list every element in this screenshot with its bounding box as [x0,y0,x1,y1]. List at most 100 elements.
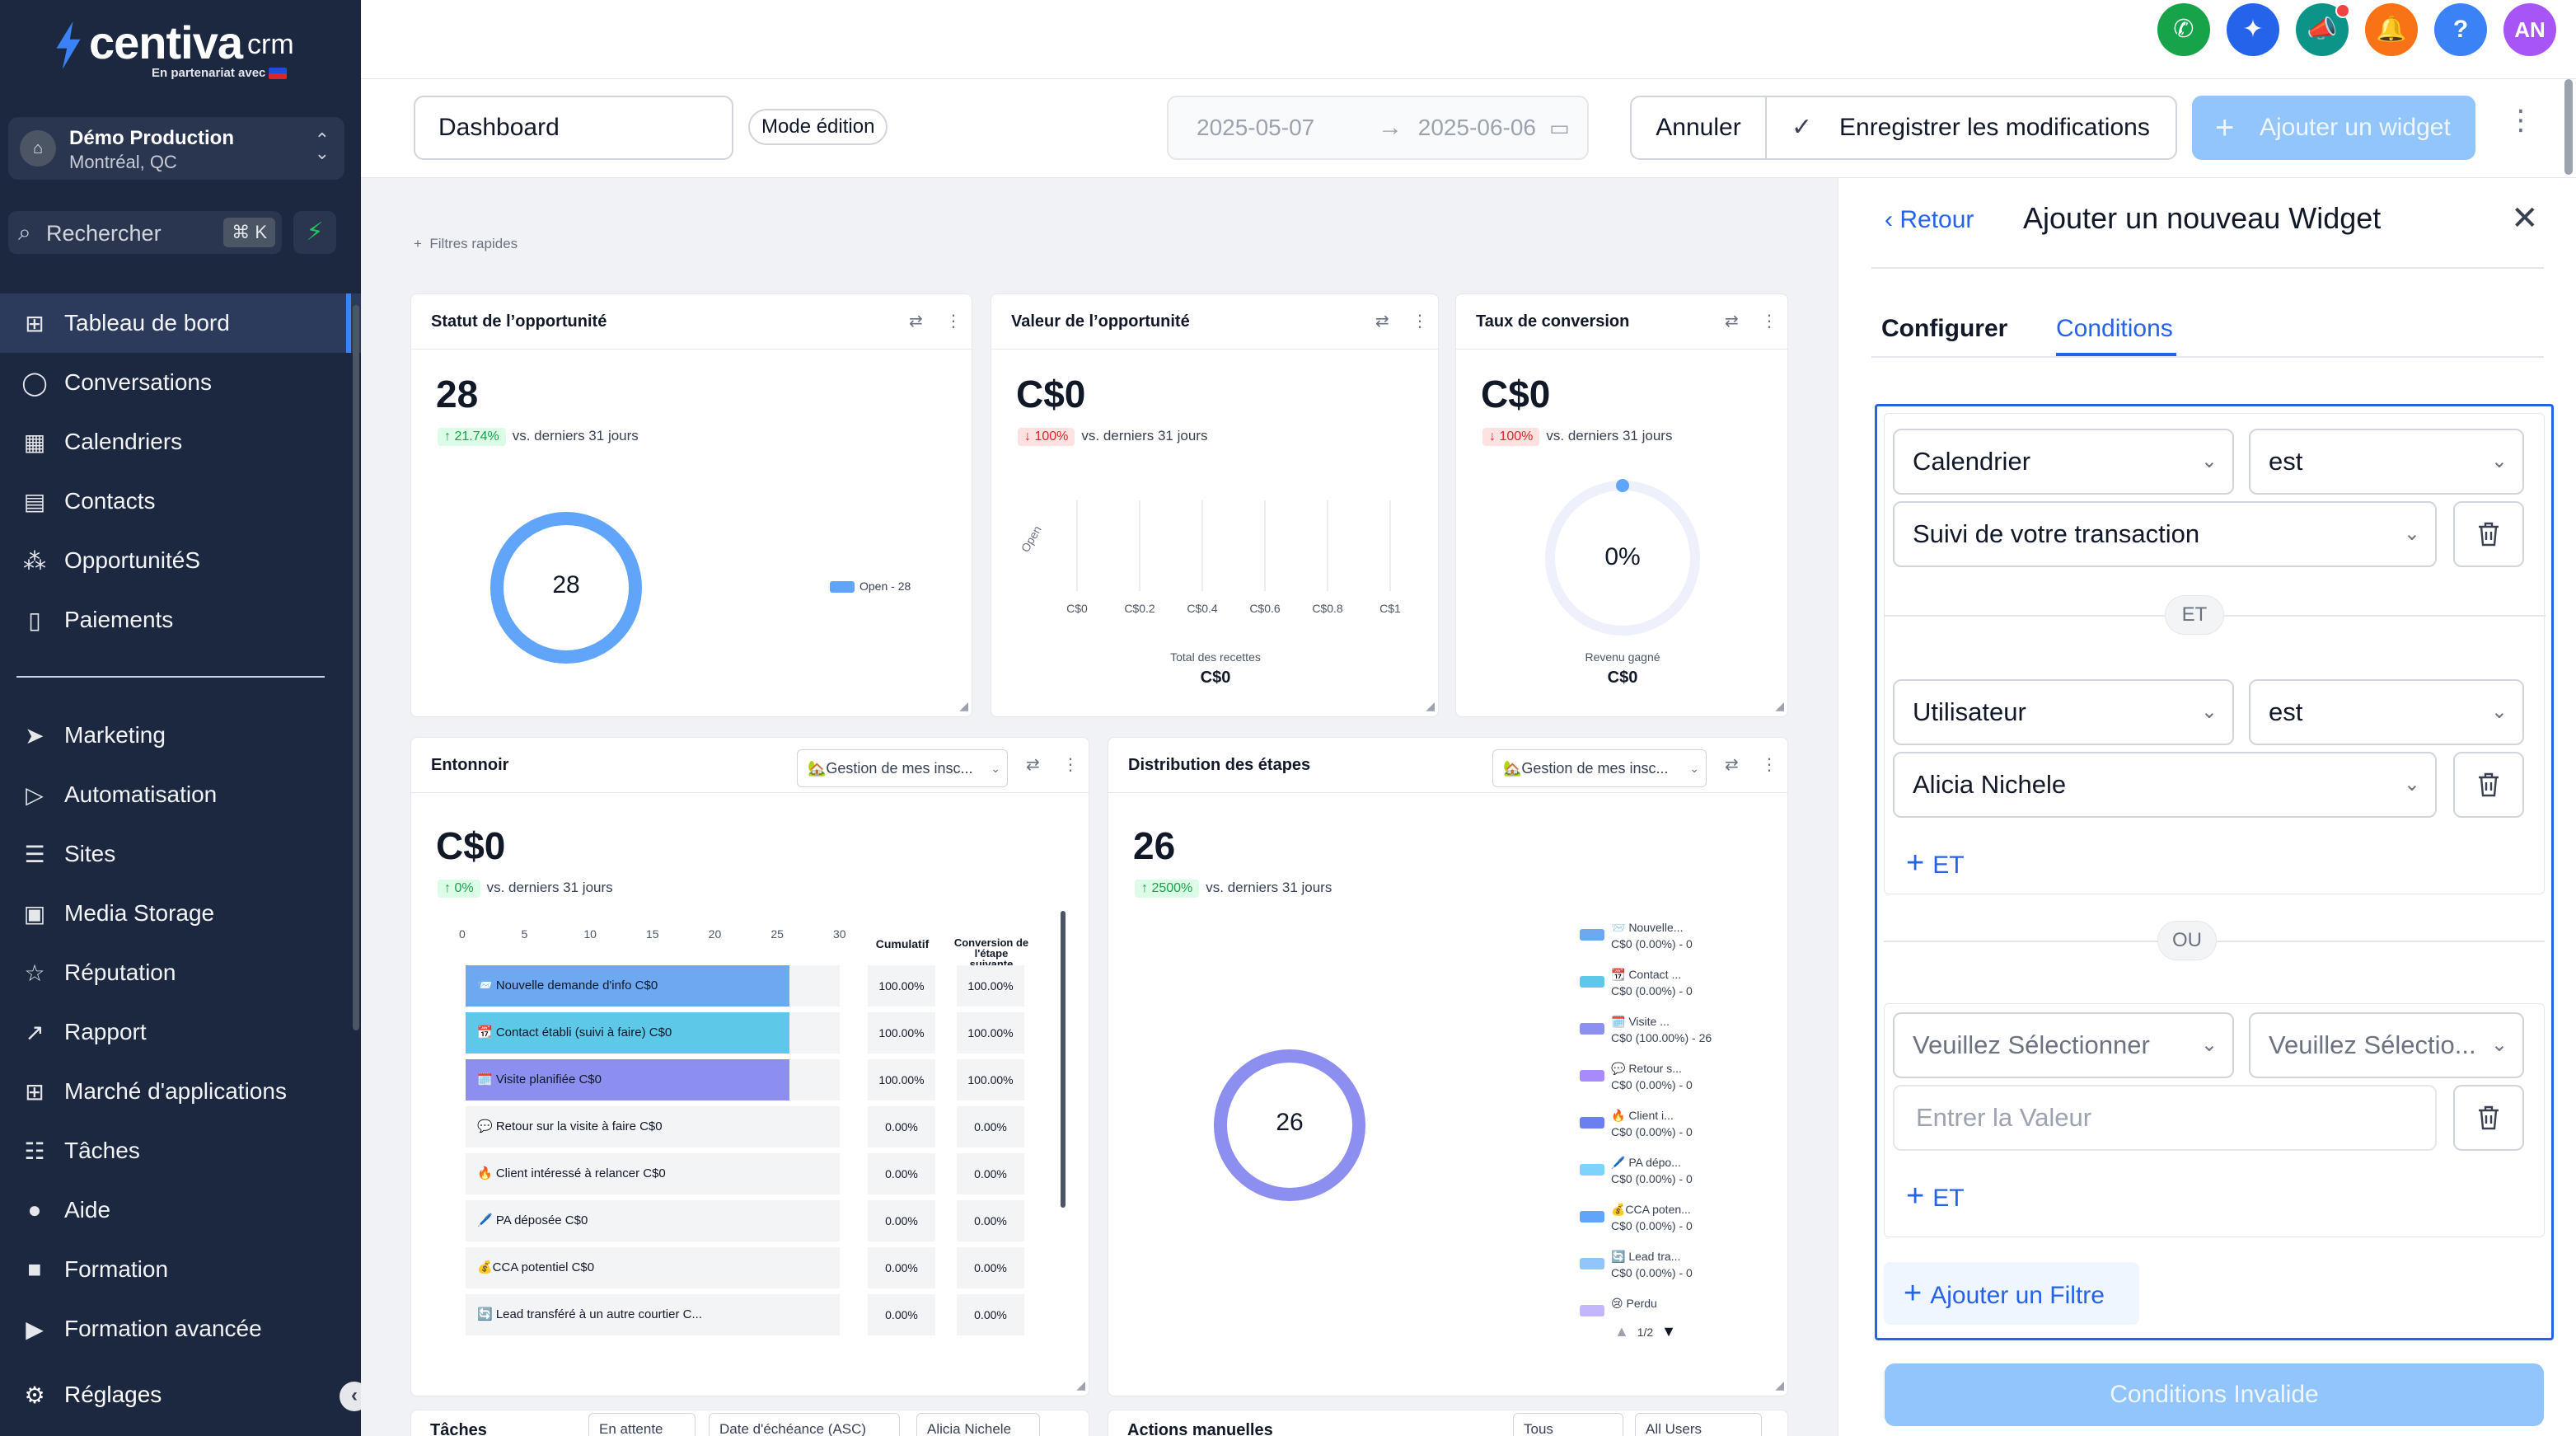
funnel-row[interactable]: 📆 Contact établi (suivi à faire) C$0 100.… [466,1012,1034,1054]
resize-handle[interactable]: ◢ [1426,699,1435,713]
funnel-row[interactable]: 🗓️ Visite planifiée C$0 100.00% 100.00% [466,1059,1034,1100]
funnel-row[interactable]: 🔥 Client intéressé à relancer C$0 0.00% 0.… [466,1153,1034,1194]
field-select[interactable]: Veuillez Sélectionner ⌄ [1893,1012,2234,1078]
quick-action-button[interactable]: ⚡ [293,211,336,254]
stage-distribution-card[interactable]: Distribution des étapes 🏡Gestion de mes … [1108,737,1788,1396]
kebab-icon[interactable]: ⋮ [1412,311,1428,331]
opportunity-status-card[interactable]: Statut de l’opportunité ⇄ ⋮ 28 ↑ 21.74% v… [410,293,972,717]
notifications-button[interactable]: 🔔 [2365,3,2418,56]
sidebar-item-calendar[interactable]: ▦ Calendriers [0,412,361,472]
cancel-button[interactable]: Annuler [1630,96,1767,160]
sidebar-item-label: Réglages [64,1382,162,1407]
tab-conditions[interactable]: Conditions [2056,315,2173,343]
operator-select[interactable]: est ⌄ [2249,429,2524,495]
sidebar-item-payments[interactable]: ▯ Paiements [0,590,361,650]
sidebar-item-label: Formation [64,1256,169,1282]
submit-conditions-button[interactable]: Conditions Invalide [1885,1363,2544,1426]
funnel-row[interactable]: 💰CCA potentiel C$0 0.00% 0.00% [466,1247,1034,1288]
delete-condition-button[interactable] [2453,1085,2524,1151]
delete-condition-button[interactable] [2453,501,2524,567]
operator-select[interactable]: est ⌄ [2249,679,2524,745]
funnel-row[interactable]: 🔄 Lead transféré à un autre courtier C..… [466,1294,1034,1335]
sidebar-item-settings[interactable]: ⚙ Réglages [18,1365,162,1424]
operator-select[interactable]: Veuillez Sélectio... ⌄ [2249,1012,2524,1078]
sidebar-item-youtube[interactable]: ▶ Formation avancée [0,1299,361,1359]
ai-assistant-button[interactable]: ✦ [2227,3,2279,56]
field-select[interactable]: Utilisateur ⌄ [1893,679,2234,745]
more-options-icon[interactable]: ⋮ [2507,106,2535,134]
date-range-picker[interactable]: 2025-05-07 → 2025-06-06 ▭ [1167,96,1589,160]
brand-logo[interactable]: centiva crm [53,18,294,71]
save-changes-button[interactable]: ✓ Enregistrer les modifications [1765,96,2177,160]
sidebar-item-star[interactable]: ☆ Réputation [0,943,361,1002]
sidebar-item-automation[interactable]: ▷ Automatisation [0,765,361,824]
metric-trend: ↑ 21.74% vs. derniers 31 jours [438,428,639,446]
tab-configure[interactable]: Configurer [1881,315,2007,343]
legend-stage-name: 🖊️ PA dépo... [1611,1156,1681,1169]
sidebar-item-chart[interactable]: ↗ Rapport [0,1002,361,1062]
sidebar-item-apps[interactable]: ⊞ Marché d'applications [0,1062,361,1121]
filter-icon[interactable]: ⇄ [1725,311,1739,331]
manual-users-select[interactable]: All Users [1635,1413,1762,1436]
quick-filters-button[interactable]: + Filtres rapides [414,236,518,252]
sidebar-item-help[interactable]: ● Aide [0,1180,361,1240]
sidebar-item-chat[interactable]: ◯ Conversations [0,353,361,412]
value-select[interactable]: Suivi de votre transaction ⌄ [1893,501,2437,567]
sidebar-item-grid[interactable]: ⊞ Tableau de bord [0,293,361,353]
funnel-card[interactable]: Entonnoir 🏡Gestion de mes insc... ⌄ ⇄ ⋮ C… [410,737,1089,1396]
resize-handle[interactable]: ◢ [1775,699,1784,713]
sidebar-item-video[interactable]: ■ Formation [0,1240,361,1299]
condition-value-input[interactable]: Entrer la Valeur [1893,1085,2437,1151]
funnel-row[interactable]: 🖊️ PA déposée C$0 0.00% 0.00% [466,1200,1034,1241]
sidebar-item-tasks[interactable]: ☷ Tâches [0,1121,361,1180]
resize-handle[interactable]: ◢ [1775,1378,1784,1392]
nav-secondary: ➤ Marketing ▷ Automatisation ☰ Sites ▣ Media St… [0,706,361,1359]
sidebar-item-send[interactable]: ➤ Marketing [0,706,361,765]
task-sort-select[interactable]: Date d'échéance (ASC) [709,1413,900,1436]
page-scrollbar[interactable] [2564,79,2573,175]
account-switcher[interactable]: ⌂ Démo Production Montréal, QC ⌃ ⌄ [8,117,344,180]
phone-button[interactable]: ✆ [2157,3,2210,56]
filter-icon[interactable]: ⇄ [1725,754,1739,775]
sidebar-item-image[interactable]: ▣ Media Storage [0,884,361,943]
resize-handle[interactable]: ◢ [1076,1378,1085,1392]
user-avatar[interactable]: AN [2503,3,2556,56]
conversion-rate-card[interactable]: Taux de conversion ⇄ ⋮ C$0 ↓ 100% vs. der… [1455,293,1788,717]
opportunity-value-card[interactable]: Valeur de l’opportunité ⇄ ⋮ C$0 ↓ 100% vs… [991,293,1439,717]
dashboard-name-input[interactable]: Dashboard [414,96,733,160]
delete-condition-button[interactable] [2453,752,2524,818]
filter-icon[interactable]: ⇄ [1375,311,1389,331]
sidebar-item-sites[interactable]: ☰ Sites [0,824,361,884]
pager-down-icon[interactable]: ▼ [1661,1323,1676,1340]
filter-icon[interactable]: ⇄ [909,311,923,331]
add-widget-button[interactable]: + Ajouter un widget [2192,96,2475,160]
kebab-icon[interactable]: ⋮ [945,311,962,331]
funnel-row[interactable]: 📨 Nouvelle demande d'info C$0 100.00% 100.… [466,965,1034,1007]
value-select[interactable]: Alicia Nichele ⌄ [1893,752,2437,818]
funnel-scrollbar[interactable] [1061,911,1066,1208]
sidebar-item-contacts[interactable]: ▤ Contacts [0,472,361,531]
funnel-row[interactable]: 💬 Retour sur la visite à faire C$0 0.00% 0… [466,1106,1034,1147]
sidebar-item-label: Paiements [64,607,174,632]
add-and-condition-button[interactable]: + ET [1906,846,1965,881]
search-input[interactable]: ⌕ Rechercher ⌘ K [8,211,282,254]
pager-up-icon[interactable]: ▲ [1614,1323,1629,1340]
close-icon[interactable]: ✕ [2511,199,2539,237]
task-user-select[interactable]: Alicia Nichele [916,1413,1040,1436]
sidebar-scrollbar[interactable] [353,305,359,1030]
pipeline-select[interactable]: 🏡Gestion de mes insc... ⌄ [797,749,1008,787]
sidebar-item-opportunities[interactable]: ⁂ OpportunitéS [0,531,361,590]
kebab-icon[interactable]: ⋮ [1062,754,1079,775]
add-and-condition-button[interactable]: + ET [1906,1179,1965,1214]
help-button[interactable]: ? [2434,3,2487,56]
task-status-select[interactable]: En attente [588,1413,696,1436]
pipeline-select[interactable]: 🏡Gestion de mes insc... ⌄ [1492,749,1707,787]
kebab-icon[interactable]: ⋮ [1761,311,1777,331]
manual-filter-select[interactable]: Tous [1513,1413,1623,1436]
filter-icon[interactable]: ⇄ [1026,754,1040,775]
kebab-icon[interactable]: ⋮ [1761,754,1777,775]
add-filter-button[interactable]: + Ajouter un Filtre [1884,1262,2139,1325]
back-button[interactable]: ‹ Retour [1885,206,1974,234]
field-select[interactable]: Calendrier ⌄ [1893,429,2234,495]
resize-handle[interactable]: ◢ [959,699,968,713]
